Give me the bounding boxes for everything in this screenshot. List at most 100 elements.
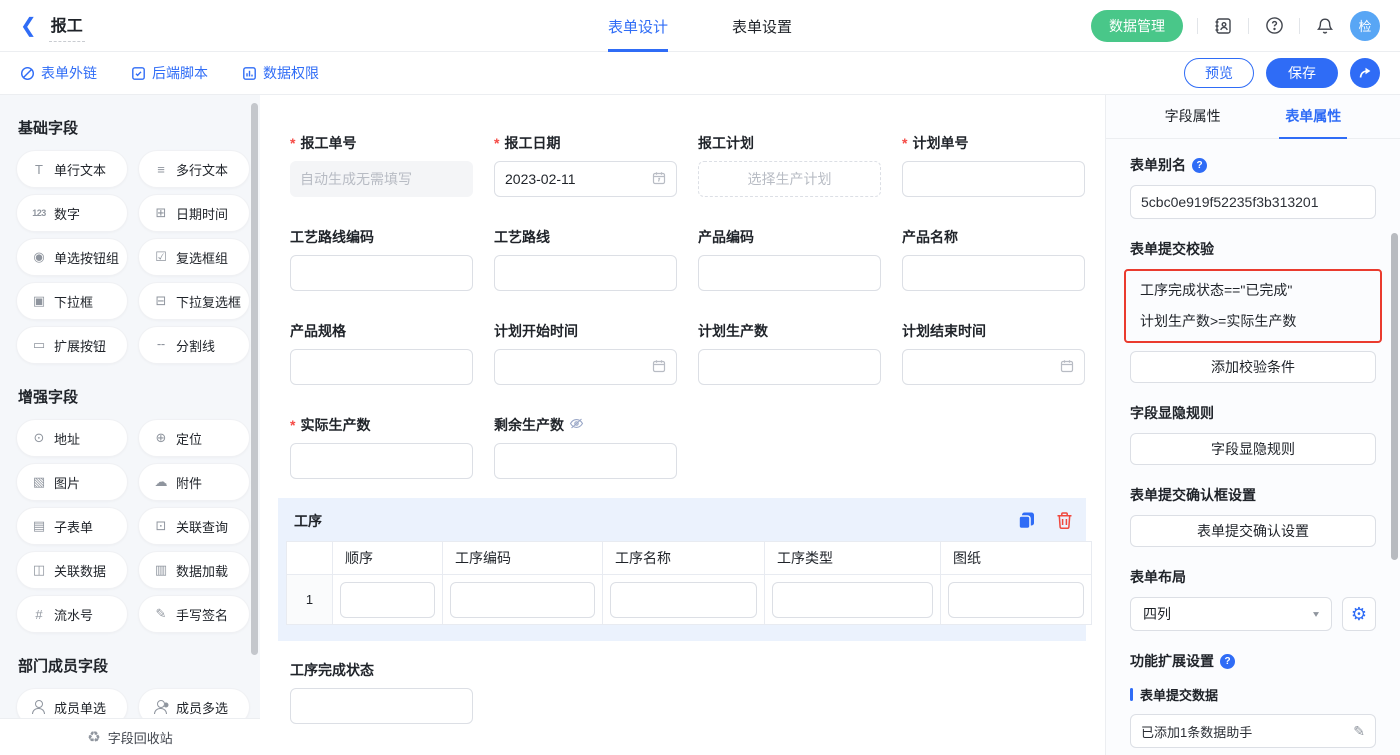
field-item-multi-line-text[interactable]: ≡多行文本 bbox=[138, 150, 250, 188]
drawing-cell-input[interactable] bbox=[948, 582, 1084, 618]
field-item-member-multi[interactable]: 成员多选 bbox=[138, 688, 250, 718]
process-code-cell-input[interactable] bbox=[450, 582, 595, 618]
delete-icon[interactable] bbox=[1055, 511, 1074, 530]
data-manage-button[interactable]: 数据管理 bbox=[1091, 10, 1183, 42]
add-validation-button[interactable]: 添加校验条件 bbox=[1130, 351, 1376, 383]
col-header-process-type: 工序类型 bbox=[765, 542, 941, 575]
plan-end-time-input[interactable] bbox=[902, 349, 1085, 385]
process-name-cell-input[interactable] bbox=[610, 582, 757, 618]
form-field-report-no[interactable]: *报工单号 自动生成无需填写 bbox=[290, 133, 473, 197]
field-recycle-bin[interactable]: ♻ 字段回收站 bbox=[0, 718, 260, 755]
back-icon[interactable]: ❮ bbox=[20, 16, 37, 36]
backend-script-link[interactable]: 后端脚本 bbox=[131, 63, 208, 83]
layout-select[interactable]: 四列 ▾ bbox=[1130, 597, 1332, 631]
help-icon[interactable] bbox=[1263, 15, 1285, 37]
field-item-address[interactable]: ⊙地址 bbox=[16, 419, 128, 457]
tab-field-properties[interactable]: 字段属性 bbox=[1159, 95, 1227, 139]
field-item-datetime[interactable]: ⊞日期时间 bbox=[138, 194, 250, 232]
remaining-qty-input[interactable] bbox=[494, 443, 677, 479]
form-field-actual-qty[interactable]: *实际生产数 bbox=[290, 415, 473, 479]
submit-confirm-button[interactable]: 表单提交确认设置 bbox=[1130, 515, 1376, 547]
report-no-input[interactable]: 自动生成无需填写 bbox=[290, 161, 473, 197]
form-field-process-status[interactable]: 工序完成状态 bbox=[290, 660, 473, 724]
form-field-report-date[interactable]: *报工日期 2023-02-11 bbox=[494, 133, 677, 197]
product-code-input[interactable] bbox=[698, 255, 881, 291]
copy-icon[interactable] bbox=[1016, 510, 1037, 531]
field-item-location[interactable]: ⊕定位 bbox=[138, 419, 250, 457]
field-item-divider[interactable]: ╌分割线 bbox=[138, 326, 250, 364]
submit-data-assistant[interactable]: 已添加1条数据助手 ✎ bbox=[1130, 714, 1376, 748]
form-field-report-plan[interactable]: 报工计划 选择生产计划 bbox=[698, 133, 881, 197]
validation-rule[interactable]: 计划生产数>=实际生产数 bbox=[1140, 306, 1366, 337]
tab-form-settings[interactable]: 表单设置 bbox=[732, 0, 792, 52]
form-field-product-spec[interactable]: 产品规格 bbox=[290, 321, 473, 385]
plan-qty-input[interactable] bbox=[698, 349, 881, 385]
tab-form-properties[interactable]: 表单属性 bbox=[1279, 95, 1347, 139]
avatar[interactable]: 检 bbox=[1350, 11, 1380, 41]
form-field-remaining-qty[interactable]: 剩余生产数 bbox=[494, 415, 677, 479]
save-button[interactable]: 保存 bbox=[1266, 58, 1338, 88]
tab-form-design[interactable]: 表单设计 bbox=[608, 0, 668, 52]
form-field-product-name[interactable]: 产品名称 bbox=[902, 227, 1085, 291]
form-external-link[interactable]: 表单外链 bbox=[20, 63, 97, 83]
form-field-product-code[interactable]: 产品编码 bbox=[698, 227, 881, 291]
edit-pencil-icon[interactable]: ✎ bbox=[1353, 723, 1365, 740]
field-item-data-load[interactable]: ▥数据加载 bbox=[138, 551, 250, 589]
field-item-subform[interactable]: ▤子表单 bbox=[16, 507, 128, 545]
process-type-cell-input[interactable] bbox=[772, 582, 933, 618]
order-cell-input[interactable] bbox=[340, 582, 435, 618]
field-item-signature[interactable]: ✎手写签名 bbox=[138, 595, 250, 633]
sidebar-scrollbar[interactable] bbox=[251, 103, 258, 655]
field-item-image[interactable]: ▧图片 bbox=[16, 463, 128, 501]
submit-data-title: 表单提交数据 bbox=[1130, 685, 1376, 704]
field-item-attachment[interactable]: ☁附件 bbox=[138, 463, 250, 501]
table-row: 1 bbox=[287, 575, 1092, 625]
alias-help-icon[interactable]: ? bbox=[1192, 158, 1207, 173]
form-design-canvas: *报工单号 自动生成无需填写 *报工日期 2023-02-11 报工计划 选择生… bbox=[260, 95, 1105, 755]
product-name-input[interactable] bbox=[902, 255, 1085, 291]
field-item-single-line-text[interactable]: T单行文本 bbox=[16, 150, 128, 188]
report-date-input[interactable]: 2023-02-11 bbox=[494, 161, 677, 197]
subtable-processes[interactable]: 工序 顺序 工序编码 工序名称 工序类型 bbox=[278, 498, 1086, 641]
select-icon: ▣ bbox=[31, 293, 47, 309]
field-item-number[interactable]: 123数字 bbox=[16, 194, 128, 232]
form-field-plan-no[interactable]: *计划单号 bbox=[902, 133, 1085, 197]
form-field-route[interactable]: 工艺路线 bbox=[494, 227, 677, 291]
section-title-enhanced-fields: 增强字段 bbox=[18, 386, 238, 407]
preview-button[interactable]: 预览 bbox=[1184, 58, 1254, 88]
field-item-extend-button[interactable]: ▭扩展按钮 bbox=[16, 326, 128, 364]
actual-qty-input[interactable] bbox=[290, 443, 473, 479]
validation-title: 表单提交校验 bbox=[1130, 239, 1376, 259]
plan-start-time-input[interactable] bbox=[494, 349, 677, 385]
layout-settings-button[interactable]: ⚙ bbox=[1342, 597, 1376, 631]
field-item-serial-number[interactable]: #流水号 bbox=[16, 595, 128, 633]
form-field-plan-qty[interactable]: 计划生产数 bbox=[698, 321, 881, 385]
ext-help-icon[interactable]: ? bbox=[1220, 654, 1235, 669]
field-item-linked-query[interactable]: ⊡关联查询 bbox=[138, 507, 250, 545]
field-item-multi-select[interactable]: ⊟下拉复选框 bbox=[138, 282, 250, 320]
share-button[interactable] bbox=[1350, 58, 1380, 88]
field-item-select[interactable]: ▣下拉框 bbox=[16, 282, 128, 320]
visibility-rules-button[interactable]: 字段显隐规则 bbox=[1130, 433, 1376, 465]
signature-icon: ✎ bbox=[153, 606, 169, 622]
validation-rule[interactable]: 工序完成状态=="已完成" bbox=[1140, 275, 1366, 306]
report-plan-picker[interactable]: 选择生产计划 bbox=[698, 161, 881, 197]
field-item-member-single[interactable]: 成员单选 bbox=[16, 688, 128, 718]
panel-scrollbar[interactable] bbox=[1391, 233, 1398, 560]
product-spec-input[interactable] bbox=[290, 349, 473, 385]
route-input[interactable] bbox=[494, 255, 677, 291]
notification-bell-icon[interactable] bbox=[1314, 15, 1336, 37]
form-field-plan-end-time[interactable]: 计划结束时间 bbox=[902, 321, 1085, 385]
route-code-input[interactable] bbox=[290, 255, 473, 291]
data-permission-link[interactable]: 数据权限 bbox=[242, 63, 319, 83]
process-status-input[interactable] bbox=[290, 688, 473, 724]
alias-input[interactable]: 5cbc0e919f52235f3b313201 bbox=[1130, 185, 1376, 219]
field-item-radio-group[interactable]: ◉单选按钮组 bbox=[16, 238, 128, 276]
form-field-route-code[interactable]: 工艺路线编码 bbox=[290, 227, 473, 291]
field-item-linked-data[interactable]: ◫关联数据 bbox=[16, 551, 128, 589]
field-item-checkbox-group[interactable]: ☑复选框组 bbox=[138, 238, 250, 276]
form-field-plan-start-time[interactable]: 计划开始时间 bbox=[494, 321, 677, 385]
contacts-icon[interactable] bbox=[1212, 15, 1234, 37]
plan-no-input[interactable] bbox=[902, 161, 1085, 197]
form-title[interactable]: 报工 bbox=[49, 10, 85, 42]
